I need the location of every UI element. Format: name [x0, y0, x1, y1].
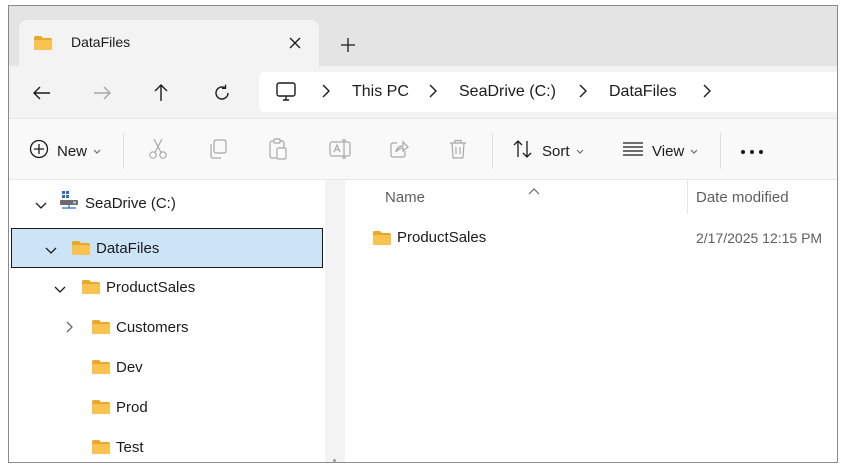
copy-button[interactable]	[208, 136, 228, 166]
address-bar[interactable]: This PC SeaDrive (C:) DataFiles	[259, 72, 837, 112]
sort-icon	[512, 139, 534, 164]
pane-splitter[interactable]	[325, 180, 345, 462]
folder-icon	[91, 399, 111, 420]
breadcrumb-this-pc[interactable]: This PC	[352, 83, 409, 101]
copy-icon	[208, 138, 228, 164]
folder-icon	[33, 35, 53, 56]
plus-icon[interactable]	[334, 31, 362, 59]
delete-button[interactable]	[449, 136, 467, 166]
cut-icon	[148, 138, 168, 165]
list-item[interactable]: ProductSales 2/17/2025 12:15 PM	[345, 222, 837, 252]
chevron-down-icon[interactable]	[35, 197, 47, 215]
column-divider[interactable]	[687, 180, 688, 214]
command-bar: New Sort View	[9, 118, 837, 180]
arrow-left-icon[interactable]	[27, 78, 57, 108]
chevron-right-icon[interactable]	[321, 84, 331, 103]
tab-datafiles[interactable]: DataFiles	[19, 20, 319, 66]
tree-label: Test	[116, 439, 144, 456]
address-row: This PC SeaDrive (C:) DataFiles	[9, 66, 837, 118]
file-date-modified: 2/17/2025 12:15 PM	[696, 230, 823, 246]
paste-icon	[268, 137, 288, 165]
tree-item-customers[interactable]: Customers	[9, 308, 323, 348]
folder-icon	[81, 279, 101, 300]
tab-strip: DataFiles	[9, 6, 837, 66]
file-explorer-window: DataFiles This PC SeaDrive (C:) DataFile…	[8, 5, 838, 463]
tree-label: Prod	[116, 399, 148, 416]
folder-icon	[71, 240, 91, 261]
folder-icon	[91, 359, 111, 380]
tree-item-seadrive[interactable]: SeaDrive (C:)	[9, 184, 323, 224]
paste-button[interactable]	[268, 136, 288, 166]
cut-button[interactable]	[148, 136, 168, 166]
navigation-pane: SeaDrive (C:) DataFiles ProductSales Cus…	[9, 180, 325, 462]
add-circle-icon	[29, 139, 49, 164]
network-drive-icon	[59, 190, 81, 215]
tab-title: DataFiles	[71, 34, 131, 50]
folder-icon	[372, 230, 392, 251]
tree-item-prod[interactable]: Prod	[9, 388, 323, 428]
chevron-right-icon[interactable]	[428, 84, 438, 103]
chevron-right-icon[interactable]	[578, 84, 588, 103]
chevron-down-icon	[576, 142, 584, 160]
arrow-up-icon[interactable]	[146, 78, 176, 108]
view-label: View	[652, 142, 685, 160]
rename-button[interactable]	[329, 136, 351, 166]
tree-label: Customers	[116, 319, 189, 336]
tree-item-datafiles[interactable]: DataFiles	[11, 228, 323, 268]
chevron-up-icon	[528, 182, 540, 200]
refresh-icon[interactable]	[207, 78, 237, 108]
computer-icon[interactable]	[275, 82, 297, 107]
more-icon	[740, 142, 764, 160]
tree-item-productsales[interactable]: ProductSales	[9, 268, 323, 308]
chevron-down-icon[interactable]	[54, 281, 66, 299]
tree-label: SeaDrive (C:)	[85, 195, 176, 212]
rename-icon	[329, 138, 351, 164]
column-header-date-modified[interactable]: Date modified	[696, 189, 789, 225]
chevron-right-icon[interactable]	[66, 320, 74, 338]
file-name: ProductSales	[397, 229, 487, 246]
close-icon[interactable]	[283, 31, 307, 55]
tree-item-dev[interactable]: Dev	[9, 348, 323, 388]
share-button[interactable]	[389, 136, 409, 166]
column-header-name[interactable]: Name	[385, 189, 425, 225]
folder-icon	[91, 319, 111, 340]
sort-button[interactable]: Sort	[512, 136, 584, 166]
chevron-down-icon[interactable]	[45, 242, 57, 260]
share-icon	[389, 139, 409, 164]
view-button[interactable]: View	[622, 136, 698, 166]
more-options-button[interactable]	[740, 136, 764, 166]
divider	[123, 133, 124, 169]
sort-label: Sort	[542, 142, 570, 160]
divider	[720, 133, 721, 169]
chevron-right-icon[interactable]	[702, 84, 712, 103]
arrow-right-icon[interactable]	[87, 78, 117, 108]
breadcrumb-datafiles[interactable]: DataFiles	[609, 83, 677, 101]
chevron-down-icon	[93, 142, 101, 160]
chevron-down-icon	[690, 142, 698, 160]
delete-icon	[449, 139, 467, 164]
tree-label: ProductSales	[106, 279, 196, 296]
file-list-pane: Name Date modified ProductSales 2/17/202…	[345, 180, 837, 462]
tree-item-test[interactable]: Test	[9, 428, 323, 462]
tree-label: DataFiles	[96, 240, 160, 257]
divider	[492, 133, 493, 169]
view-list-icon	[622, 141, 644, 162]
new-label: New	[57, 142, 88, 160]
tree-label: Dev	[116, 359, 143, 376]
folder-icon	[91, 439, 111, 460]
breadcrumb-seadrive[interactable]: SeaDrive (C:)	[459, 83, 556, 101]
resize-grip-icon	[333, 459, 336, 462]
new-button[interactable]: New	[29, 136, 101, 166]
